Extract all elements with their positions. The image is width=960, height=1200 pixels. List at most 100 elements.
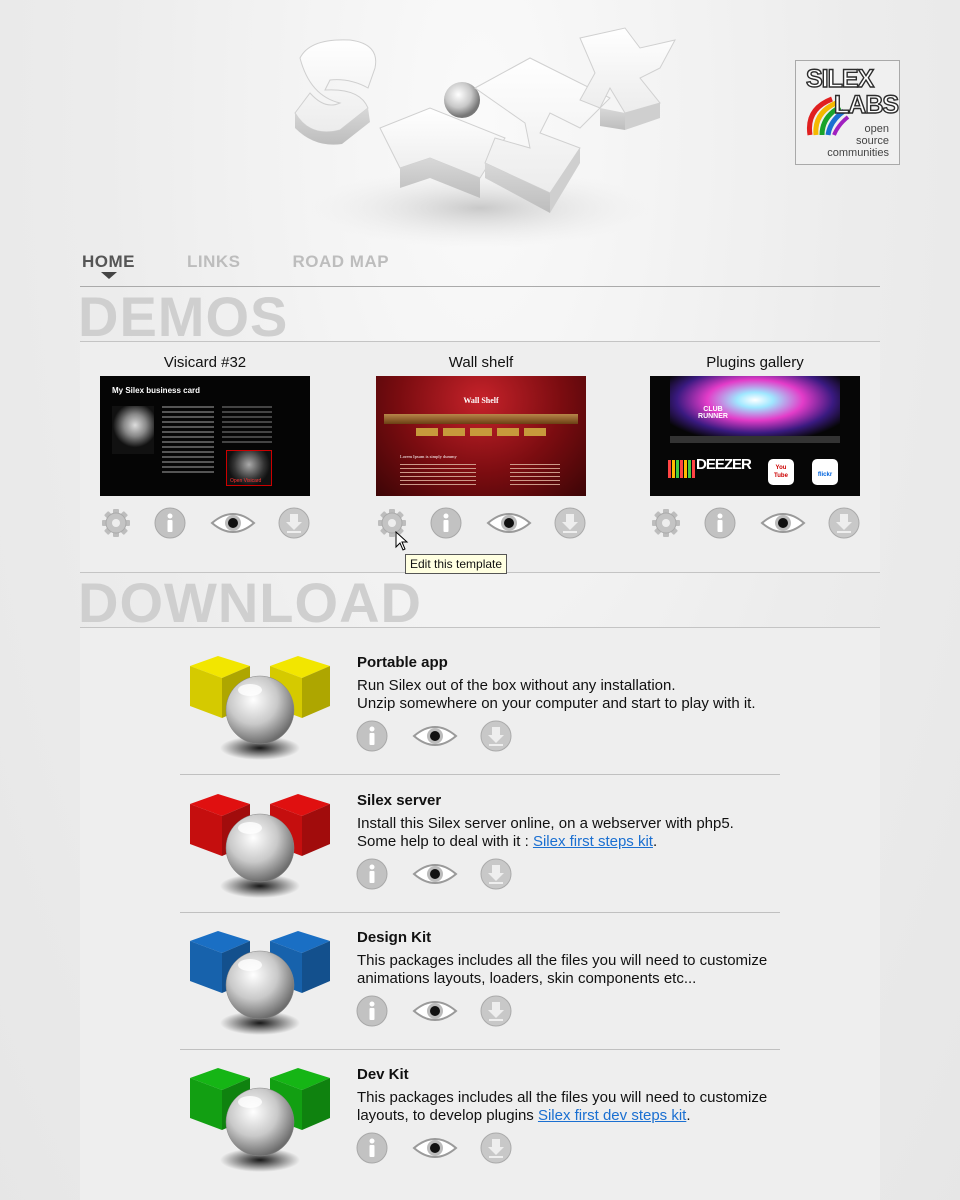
shelf-image xyxy=(384,414,578,424)
package-cubes-icon xyxy=(190,656,330,760)
download-item: Dev Kit This packages includes all the fi… xyxy=(180,1064,780,1184)
mouse-cursor-icon xyxy=(395,531,409,551)
deezer-logo: DEEZER xyxy=(696,456,752,473)
info-icon[interactable] xyxy=(356,720,388,752)
eye-icon[interactable] xyxy=(412,720,458,752)
portrait-image xyxy=(112,406,154,454)
thumb-nav xyxy=(670,436,840,443)
download-title: Portable app xyxy=(357,654,448,671)
page: { "header": { "logo_icon": "silex-3d-log… xyxy=(0,0,960,1200)
thumb-text xyxy=(162,406,214,476)
info-icon[interactable] xyxy=(430,507,462,539)
download-title: Design Kit xyxy=(357,929,432,946)
download-icon[interactable] xyxy=(480,720,512,752)
eye-icon[interactable] xyxy=(412,995,458,1027)
info-icon[interactable] xyxy=(154,507,186,539)
eye-icon[interactable] xyxy=(412,1132,458,1164)
eye-icon[interactable] xyxy=(760,507,806,539)
description-text: layouts, to develop plugins xyxy=(357,1107,538,1124)
download-title: Silex server xyxy=(357,792,442,809)
divider xyxy=(180,1049,780,1050)
section-title-demos: DEMOS xyxy=(78,285,289,348)
download-description: Run Silex out of the box without any ins… xyxy=(357,677,797,713)
info-icon[interactable] xyxy=(356,1132,388,1164)
flickr-logo: flickr xyxy=(812,459,838,485)
description-line: layouts, to develop plugins Silex first … xyxy=(357,1107,797,1125)
club-banner xyxy=(670,376,840,436)
info-icon[interactable] xyxy=(704,507,736,539)
download-title: Dev Kit xyxy=(357,1066,409,1083)
download-icon[interactable] xyxy=(480,1132,512,1164)
nav-links[interactable]: LINKS xyxy=(187,252,241,272)
demo-title: Plugins gallery xyxy=(706,354,804,371)
download-item: Portable app Run Silex out of the box wit… xyxy=(180,652,780,775)
description-line: Run Silex out of the box without any ins… xyxy=(357,677,676,694)
eye-icon[interactable] xyxy=(486,507,532,539)
info-icon[interactable] xyxy=(356,995,388,1027)
nav-road-map[interactable]: ROAD MAP xyxy=(293,252,390,272)
labs-sub: open source communities xyxy=(827,123,889,159)
help-link[interactable]: Silex first steps kit xyxy=(533,833,653,850)
youtube-logo: You Tube xyxy=(768,459,794,485)
demo-title: Wall shelf xyxy=(448,354,514,371)
info-icon[interactable] xyxy=(356,858,388,890)
thumb-text xyxy=(222,406,272,446)
eye-icon[interactable] xyxy=(412,858,458,890)
help-link[interactable]: Silex first dev steps kit xyxy=(538,1107,686,1124)
thumb-text xyxy=(510,464,560,488)
description-text: animations layouts, loaders, skin compon… xyxy=(357,970,697,987)
thumb-text xyxy=(400,464,476,488)
punctuation: . xyxy=(652,833,658,850)
silex-labs-badge[interactable]: SILEX LABS open source communities xyxy=(795,60,900,165)
labs-line2: LABS xyxy=(833,91,899,119)
deezer-bars-icon xyxy=(668,460,696,478)
description-line: This packages includes all the files you… xyxy=(357,1089,768,1106)
eye-icon[interactable] xyxy=(210,507,256,539)
thumb-heading: CLUB RUNNER xyxy=(698,406,728,420)
download-icon[interactable] xyxy=(828,507,860,539)
labs-sub1: open xyxy=(864,123,889,135)
nav-home[interactable]: HOME xyxy=(82,252,135,272)
description-line: Install this Silex server online, on a w… xyxy=(357,815,734,832)
silex-3d-logo xyxy=(294,27,676,248)
download-description: Install this Silex server online, on a w… xyxy=(357,815,797,851)
labs-line1: SILEX xyxy=(805,65,875,93)
package-cubes-icon xyxy=(190,794,330,898)
thumb-heading: Wall Shelf xyxy=(463,396,499,405)
thumb-caption: Open Visicard xyxy=(230,478,262,484)
download-description: This packages includes all the files you… xyxy=(357,1089,797,1125)
download-icon[interactable] xyxy=(480,858,512,890)
download-icon[interactable] xyxy=(480,995,512,1027)
shelf-buttons xyxy=(416,428,546,436)
active-nav-indicator xyxy=(101,272,117,279)
description-line: Some help to deal with it : Silex first … xyxy=(357,833,797,851)
download-icon[interactable] xyxy=(554,507,586,539)
labs-sub2: source xyxy=(855,135,889,147)
thumb-caption: Lorem Ipsum is simply dummy xyxy=(400,454,457,459)
gear-icon[interactable] xyxy=(100,507,132,539)
demo-thumbnail[interactable]: My Silex business card Open Visicard xyxy=(100,376,310,496)
demo-visicard: Visicard #32 My Silex business card Open… xyxy=(100,354,310,496)
download-icon[interactable] xyxy=(278,507,310,539)
download-item: Design Kit This packages includes all the… xyxy=(180,927,780,1050)
package-cubes-icon xyxy=(190,1068,330,1172)
gear-icon[interactable] xyxy=(650,507,682,539)
demo-title: Visicard #32 xyxy=(163,354,247,371)
thumb-heading: My Silex business card xyxy=(112,386,201,395)
main-nav: HOME LINKS ROAD MAP xyxy=(82,252,389,272)
description-text: Some help to deal with it : xyxy=(357,833,533,850)
labs-sub3: communities xyxy=(827,147,889,159)
description-text: Unzip somewhere on your computer and sta… xyxy=(357,695,756,712)
divider xyxy=(180,774,780,775)
download-description: This packages includes all the files you… xyxy=(357,952,797,988)
description-line: This packages includes all the files you… xyxy=(357,952,768,969)
download-item: Silex server Install this Silex server on… xyxy=(180,790,780,913)
package-cubes-icon xyxy=(190,931,330,1035)
description-line: animations layouts, loaders, skin compon… xyxy=(357,970,797,988)
demo-plugins-gallery: Plugins gallery CLUB RUNNER DEEZER You T… xyxy=(650,354,860,496)
demo-thumbnail[interactable]: CLUB RUNNER DEEZER You Tube flickr xyxy=(650,376,860,496)
demo-wall-shelf: Wall shelf Wall Shelf Lorem Ipsum is sim… xyxy=(376,354,586,496)
demo-thumbnail[interactable]: Wall Shelf Lorem Ipsum is simply dummy xyxy=(376,376,586,496)
section-title-download: DOWNLOAD xyxy=(78,571,422,634)
divider xyxy=(180,912,780,913)
